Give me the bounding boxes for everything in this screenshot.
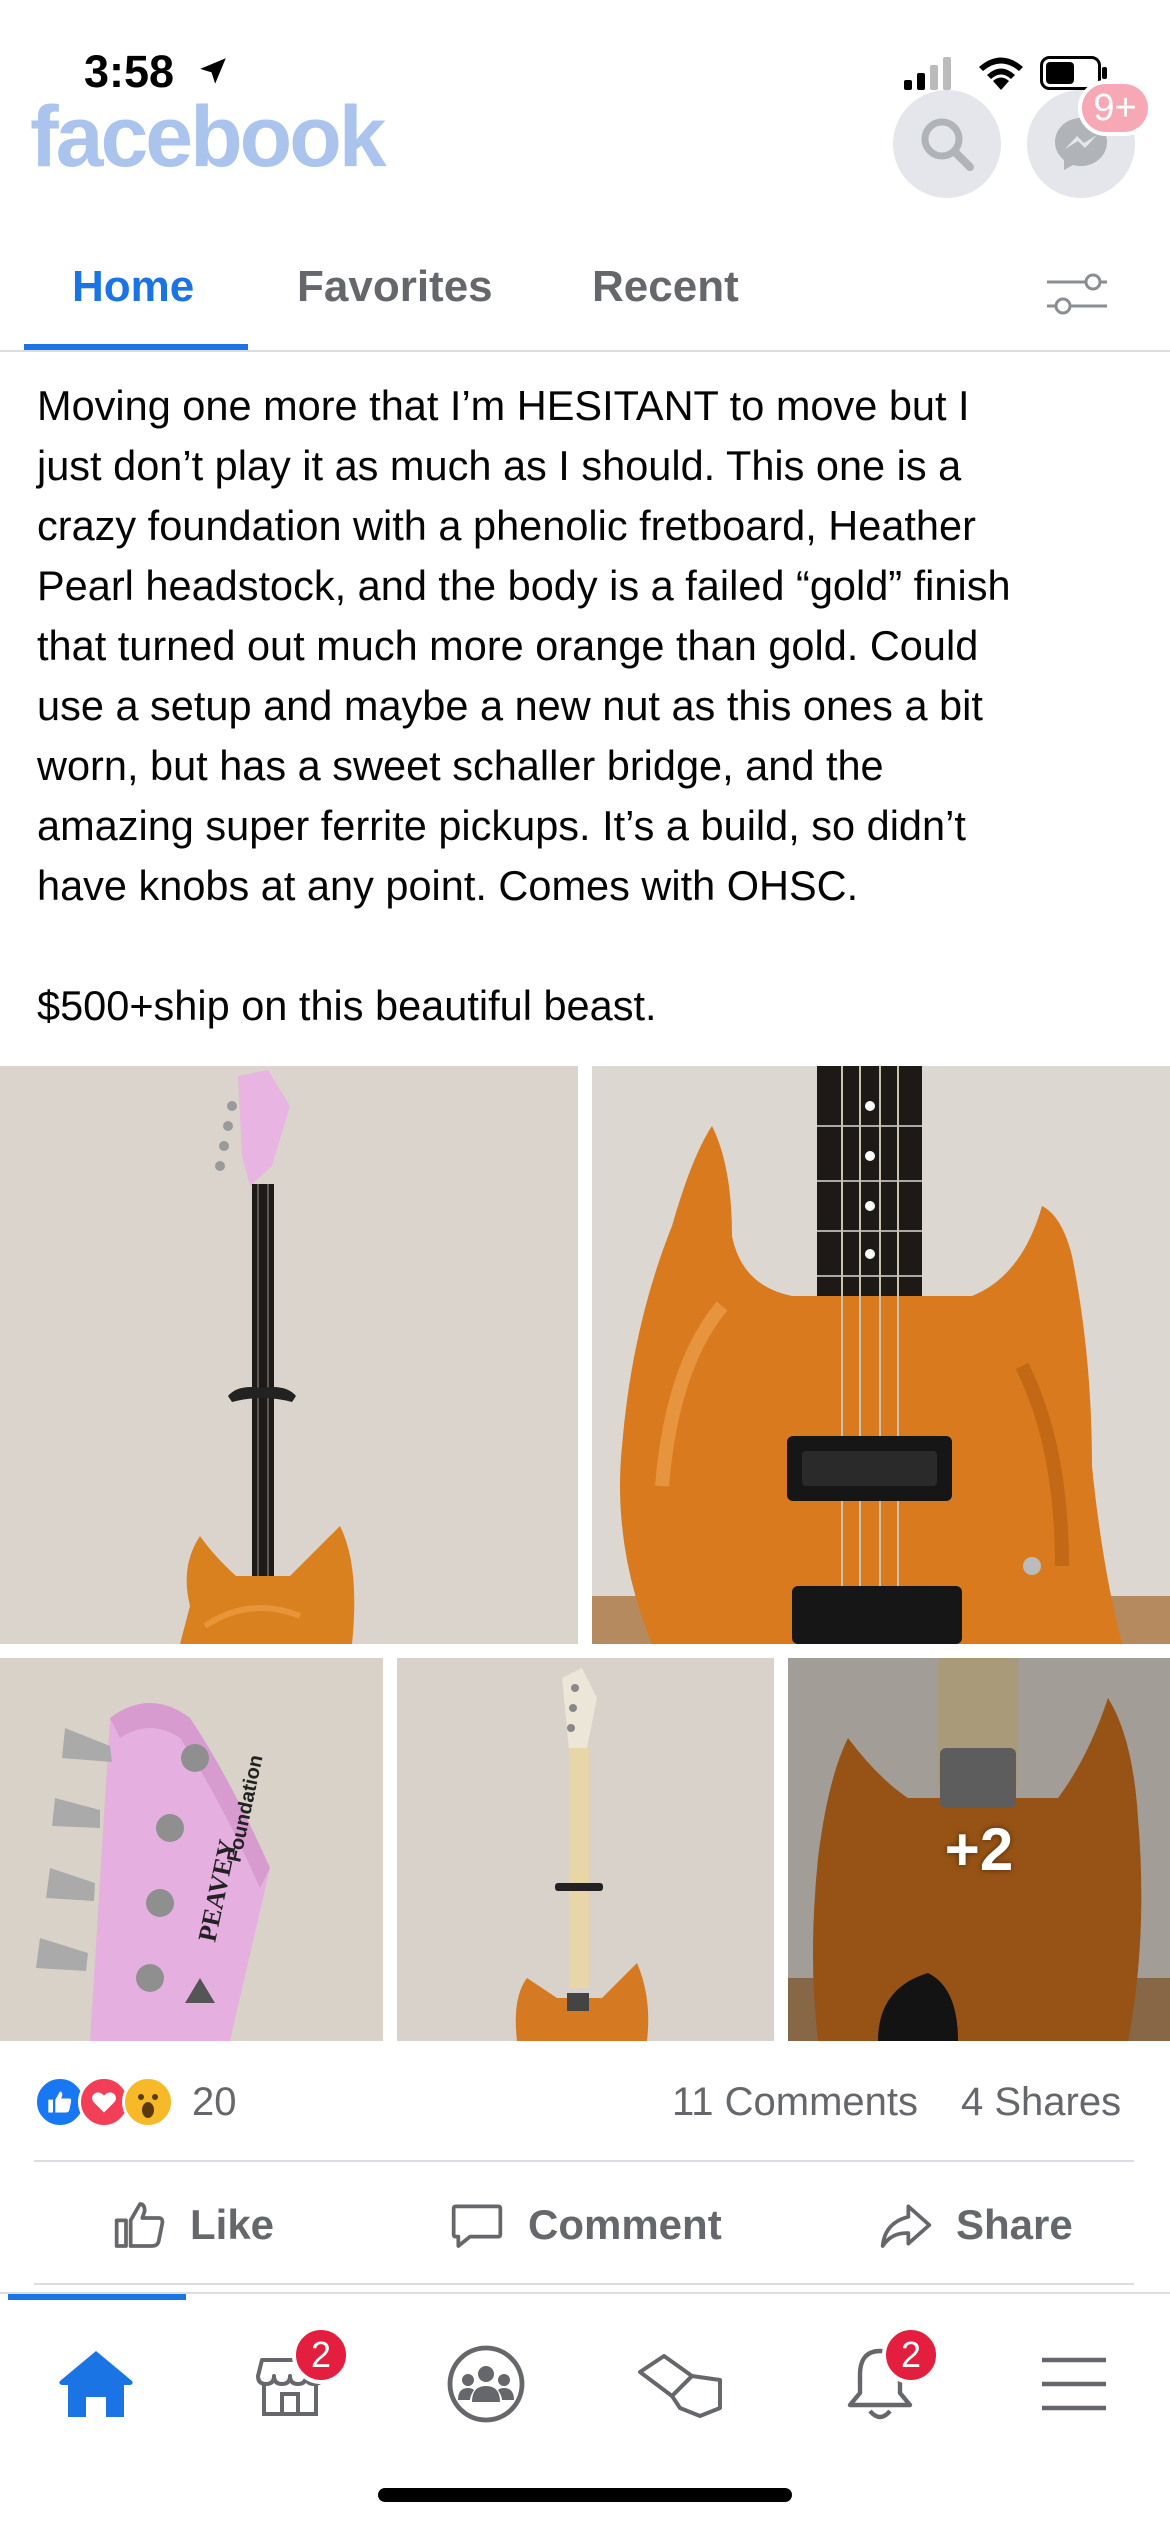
like-label: Like [190, 2201, 275, 2248]
feed-tabs: Home Favorites Recent [0, 240, 1170, 352]
like-icon [114, 2202, 165, 2248]
reactions-summary[interactable]: 20 [34, 2072, 237, 2132]
marketplace-badge: 2 [292, 2326, 350, 2384]
active-tab-indicator [24, 344, 248, 350]
share-icon [880, 2204, 932, 2248]
share-label: Share [956, 2201, 1073, 2248]
nav-marketplace[interactable]: 2 [240, 2326, 350, 2434]
post-photo-2[interactable] [592, 1066, 1170, 1644]
home-icon [59, 2351, 133, 2417]
comment-button[interactable]: Comment [448, 2190, 722, 2260]
wifi-icon [979, 57, 1023, 90]
tab-recent[interactable]: Recent [592, 262, 739, 312]
home-indicator[interactable] [378, 2488, 792, 2502]
search-button[interactable] [893, 90, 1001, 198]
facebook-logo[interactable]: facebook [30, 88, 387, 187]
post-photo-4[interactable] [397, 1658, 774, 2041]
nav-home[interactable] [46, 2334, 146, 2434]
nav-menu[interactable] [1024, 2334, 1124, 2434]
wow-reaction-icon [122, 2076, 174, 2128]
messenger-badge: 9+ [1078, 80, 1152, 136]
notifications-badge: 2 [882, 2326, 940, 2384]
tab-home[interactable]: Home [72, 262, 194, 312]
comment-icon [451, 2204, 503, 2248]
nav-active-indicator [8, 2294, 186, 2300]
feed-filter-icon[interactable] [1045, 268, 1109, 320]
divider [34, 2283, 1134, 2285]
share-button[interactable]: Share [878, 2190, 1073, 2260]
location-arrow-icon [200, 58, 226, 84]
more-photos-count: +2 [944, 1816, 1014, 1883]
hamburger-menu-icon [1042, 2357, 1106, 2411]
search-icon [921, 118, 974, 171]
shares-count[interactable]: 4 Shares [961, 2080, 1121, 2125]
groups-icon [447, 2345, 525, 2423]
like-button[interactable]: Like [112, 2190, 274, 2260]
status-bar: 3:58 [0, 0, 1170, 100]
comment-label: Comment [528, 2201, 722, 2248]
post-photo-3[interactable]: PEAVEY Foundation [0, 1658, 383, 2041]
gaming-icon [638, 2354, 722, 2418]
nav-notifications[interactable]: 2 [830, 2326, 940, 2434]
tab-favorites[interactable]: Favorites [297, 262, 493, 312]
nav-gaming[interactable] [630, 2334, 730, 2434]
post-text: Moving one more that I’m HESITANT to mov… [37, 382, 1011, 1029]
reaction-count: 20 [192, 2079, 237, 2124]
nav-groups[interactable] [436, 2334, 536, 2434]
post-photo-5[interactable]: +2 [788, 1658, 1170, 2041]
post-photo-1[interactable] [0, 1066, 578, 1644]
comments-count[interactable]: 11 Comments [672, 2080, 918, 2125]
cellular-signal-icon [904, 57, 951, 90]
divider [34, 2160, 1134, 2162]
